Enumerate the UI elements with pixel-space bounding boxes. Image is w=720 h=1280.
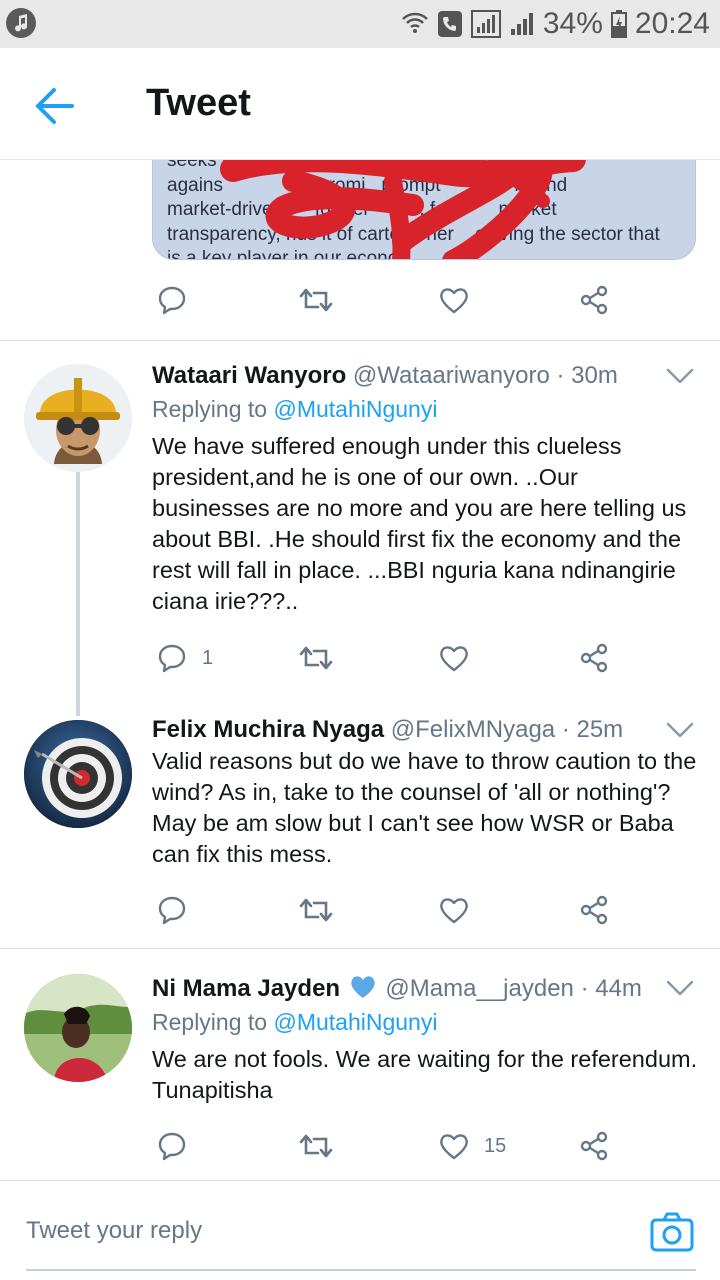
tweet-menu-button[interactable]: [664, 976, 696, 1000]
retweet-icon: [299, 898, 333, 922]
reply-count: 1: [202, 646, 214, 669]
chevron-down-icon: [666, 722, 694, 738]
reply-icon: [158, 1132, 186, 1161]
reply-input[interactable]: Tweet your reply: [26, 1217, 202, 1245]
reply-button[interactable]: [156, 888, 188, 932]
camera-icon: [650, 1212, 694, 1252]
divider: [0, 948, 720, 949]
like-button[interactable]: 15: [438, 1124, 506, 1168]
user-handle[interactable]: @FelixMNyaga: [391, 716, 555, 743]
status-bar: 34% 20:24: [0, 0, 720, 48]
share-icon: [580, 285, 608, 315]
share-button[interactable]: [578, 278, 610, 322]
input-underline: [26, 1269, 696, 1271]
replying-label: Replying to: [152, 396, 268, 422]
like-button[interactable]: [438, 888, 470, 932]
tweet-action-bar: [152, 278, 622, 322]
tweet-text: We are not fools. We are waiting for the…: [152, 1046, 698, 1103]
avatar-image: [24, 364, 132, 472]
replying-to: Replying to @MutahiNgunyi: [152, 396, 437, 423]
tweet-text: Valid reasons but do we have to throw ca…: [152, 748, 697, 867]
wifi-icon: [401, 9, 429, 39]
avatar[interactable]: [24, 364, 132, 472]
reply-icon: [158, 644, 186, 673]
avatar-image: [24, 974, 132, 1082]
heart-emoji-icon: [351, 976, 375, 998]
signal-icon: [470, 9, 501, 39]
display-name[interactable]: Felix Muchira Nyaga: [152, 716, 384, 743]
battery-percent: 34%: [542, 7, 603, 40]
retweet-icon: [299, 1134, 333, 1158]
page-title: Tweet: [146, 82, 251, 124]
share-button[interactable]: [578, 888, 610, 932]
heart-icon: [440, 1134, 468, 1160]
heart-icon: [440, 898, 468, 924]
retweet-button[interactable]: [298, 636, 334, 680]
share-icon: [580, 895, 608, 925]
music-note-icon: [6, 8, 36, 38]
tweet-menu-button[interactable]: [664, 364, 696, 388]
tweet-header: Ni Mama Jayden @Mama__jayden · 44m: [152, 974, 642, 1003]
chevron-down-icon: [666, 368, 694, 384]
like-button[interactable]: [438, 278, 470, 322]
share-icon: [580, 643, 608, 673]
signal-icon: [509, 9, 535, 39]
display-name[interactable]: Wataari Wanyoro: [152, 362, 346, 389]
top-app-bar: Tweet: [0, 48, 720, 160]
back-button[interactable]: [34, 86, 78, 126]
avatar[interactable]: [24, 720, 132, 828]
tweet-time: · 44m: [580, 975, 642, 1002]
replying-label: Replying to: [152, 1009, 268, 1035]
tweet-header: Wataari Wanyoro @Wataariwanyoro · 30m: [152, 362, 618, 390]
camera-button[interactable]: [650, 1211, 694, 1253]
tweet-menu-button[interactable]: [664, 718, 696, 742]
retweet-button[interactable]: [298, 1124, 334, 1168]
thread-connector-line: [76, 470, 80, 716]
user-handle[interactable]: @Wataariwanyoro: [353, 362, 550, 389]
tweet-time: · 30m: [556, 362, 618, 389]
user-handle[interactable]: @Mama__jayden: [385, 975, 573, 1002]
divider: [0, 340, 720, 341]
mention-link[interactable]: @MutahiNgunyi: [273, 1009, 437, 1035]
heart-icon: [440, 646, 468, 672]
mention-link[interactable]: @MutahiNgunyi: [273, 396, 437, 422]
retweet-button[interactable]: [298, 888, 334, 932]
replying-to: Replying to @MutahiNgunyi: [152, 1009, 437, 1036]
tweet-action-bar: [152, 888, 622, 932]
reply-composer: Tweet your reply: [0, 1180, 720, 1280]
share-icon: [580, 1131, 608, 1161]
avatar-image: [24, 720, 132, 828]
retweet-button[interactable]: [298, 278, 334, 322]
like-button[interactable]: [438, 636, 470, 680]
tweet-text: We have suffered enough under this cluel…: [152, 433, 687, 614]
tweet-action-bar: 15: [152, 1124, 622, 1168]
tweet-action-bar: 1: [152, 636, 622, 680]
battery-charging-icon: [610, 9, 627, 39]
heart-icon: [440, 288, 468, 314]
phone-icon: [437, 9, 463, 39]
retweet-icon: [299, 646, 333, 670]
share-button[interactable]: [578, 636, 610, 680]
chevron-down-icon: [666, 980, 694, 996]
arrow-left-icon: [36, 88, 74, 124]
reply-icon: [158, 896, 186, 925]
tweet-header: Felix Muchira Nyaga @FelixMNyaga · 25m: [152, 716, 623, 744]
reply-icon: [158, 286, 186, 315]
share-button[interactable]: [578, 1124, 610, 1168]
tweet-time: · 25m: [561, 716, 624, 743]
retweet-icon: [299, 288, 333, 312]
like-count: 15: [484, 1134, 507, 1157]
clock: 20:24: [634, 7, 710, 40]
display-name[interactable]: Ni Mama Jayden: [152, 975, 340, 1002]
avatar[interactable]: [24, 974, 132, 1082]
reply-button[interactable]: [156, 278, 188, 322]
reply-button[interactable]: [156, 1124, 188, 1168]
reply-button[interactable]: 1: [156, 636, 213, 680]
